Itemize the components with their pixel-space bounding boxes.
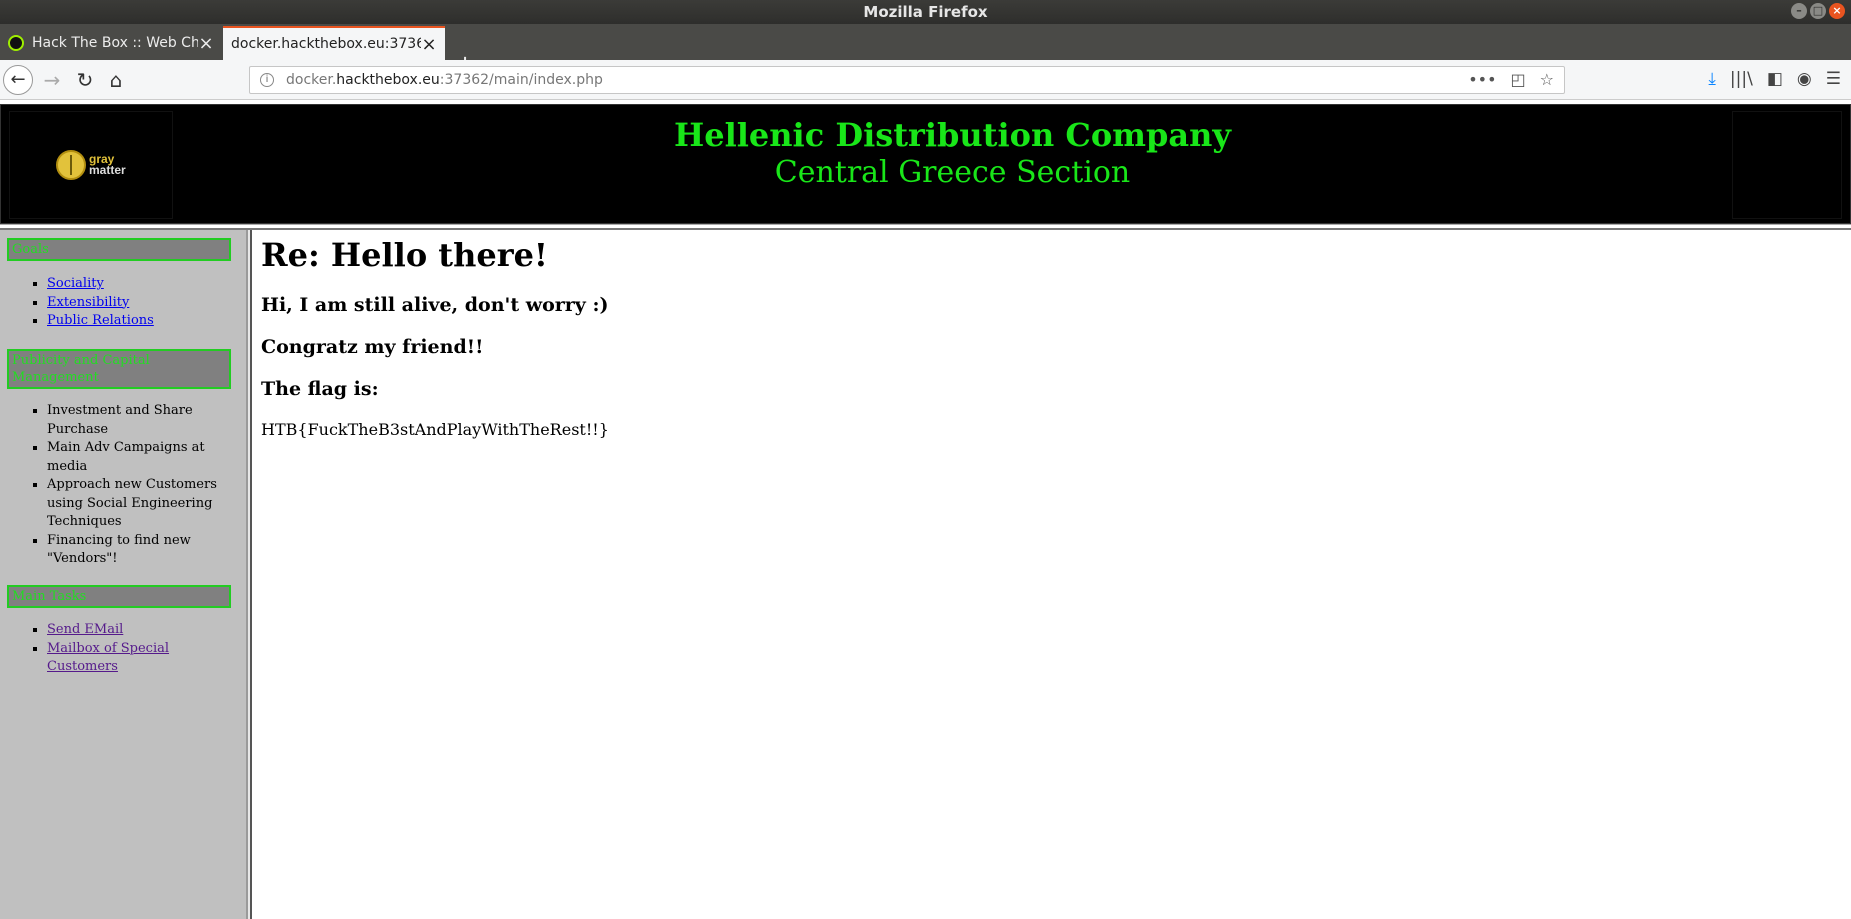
pocket-icon[interactable]: ◰ [1511,70,1526,89]
sidebar-link-sociality[interactable]: Sociality [47,276,104,291]
site-info-icon[interactable]: i [260,73,274,87]
list-item: Send EMail [47,621,217,640]
close-window-button[interactable]: × [1829,3,1845,19]
navigation-toolbar: ← → ↻ ⌂ i docker. hackthebox.eu:37362/mai… [0,60,1851,100]
tab-strip: Hack The Box :: Web Cha × docker.hackthe… [0,24,1851,76]
header-title-block: Hellenic Distribution Company Central Gr… [173,115,1732,191]
close-icon[interactable]: × [198,33,214,54]
url-bar[interactable]: i docker. hackthebox.eu:37362/main/index.… [249,66,1565,94]
tab-hackthebox[interactable]: Hack The Box :: Web Cha × [0,26,222,60]
htb-favicon-icon [8,35,24,51]
bookmark-star-icon[interactable]: ☆ [1540,70,1554,89]
list-item: Sociality [47,275,217,294]
sidebar-section-goals: Goals [7,238,231,261]
sidebar-link-public-relations[interactable]: Public Relations [47,313,154,328]
message-heading: Re: Hello there! [261,236,548,274]
close-icon[interactable]: × [421,34,437,55]
message-line-3: The flag is: [261,378,379,400]
gray-matter-logo: gray matter [56,150,126,180]
forward-button[interactable]: → [38,67,66,93]
header-right-cell [1732,111,1842,219]
site-header: gray matter Hellenic Distribution Compan… [0,104,1851,224]
url-actions: ••• ◰ ☆ [1468,70,1554,89]
back-button[interactable]: ← [3,65,33,95]
list-item: Approach new Customers using Social Engi… [47,476,217,532]
left-sidebar: Goals Sociality Extensibility Public Rel… [0,230,252,919]
toolbar-icons: ⤓ |||\ ◧ ◉ ☰ [1708,69,1841,89]
message-line-2: Congratz my friend!! [261,336,484,358]
reload-button[interactable]: ↻ [71,67,99,93]
list-item: Mailbox of Special Customers [47,640,217,677]
list-item: Financing to find new "Vendors"! [47,532,217,569]
company-title: Hellenic Distribution Company [674,116,1231,154]
download-icon[interactable]: ⤓ [1708,69,1716,89]
page-actions-icon[interactable]: ••• [1468,70,1496,89]
url-path: :37362/main/index.php [439,72,603,88]
logo-cell: gray matter [9,111,173,219]
url-host: hackthebox.eu [336,72,440,88]
menu-icon[interactable]: ☰ [1826,69,1841,89]
list-item: Extensibility [47,294,217,313]
goals-list: Sociality Extensibility Public Relations [20,275,217,331]
list-item: Main Adv Campaigns at media [47,439,217,476]
sidebar-toggle-icon[interactable]: ◧ [1767,69,1783,89]
minimize-button[interactable]: – [1791,3,1807,19]
window-titlebar: Mozilla Firefox – □ × [0,0,1851,24]
main-tasks-list: Send EMail Mailbox of Special Customers [20,621,217,677]
tab-title: docker.hackthebox.eu:3736 [231,36,421,52]
main-content: Re: Hello there! Hi, I am still alive, d… [250,230,1851,919]
url-prefix: docker. [286,72,337,88]
brain-logo-icon [56,150,86,180]
sidebar-link-send-email[interactable]: Send EMail [47,622,123,637]
maximize-button[interactable]: □ [1810,3,1826,19]
list-item: Public Relations [47,312,217,331]
section-subtitle: Central Greece Section [774,155,1131,190]
tab-docker[interactable]: docker.hackthebox.eu:3736 × [223,26,445,60]
sidebar-link-extensibility[interactable]: Extensibility [47,295,129,310]
tab-title: Hack The Box :: Web Cha [32,35,198,51]
logo-line-2: matter [89,163,126,177]
message-line-1: Hi, I am still alive, don't worry :) [261,294,609,316]
list-item: Investment and Share Purchase [47,402,217,439]
window-controls: – □ × [1791,3,1845,19]
logo-text: gray matter [89,153,126,177]
library-icon[interactable]: |||\ [1730,69,1753,89]
home-button[interactable]: ⌂ [102,67,130,93]
flag-text: HTB{FuckTheB3stAndPlayWithTheRest!!} [261,420,609,439]
account-icon[interactable]: ◉ [1797,69,1812,89]
publicity-list: Investment and Share Purchase Main Adv C… [20,402,217,569]
sidebar-link-mailbox[interactable]: Mailbox of Special Customers [47,641,169,675]
window-title: Mozilla Firefox [863,3,988,21]
sidebar-section-publicity: Publicity and Capital Management [7,349,231,389]
sidebar-section-main-tasks: Main Tasks [7,585,231,608]
web-page: gray matter Hellenic Distribution Compan… [0,100,1851,919]
